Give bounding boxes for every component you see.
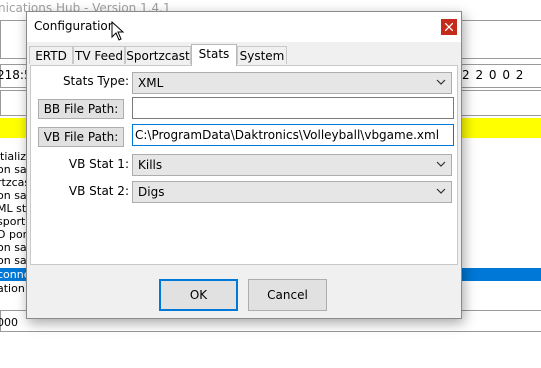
close-button[interactable] xyxy=(441,19,457,35)
stats-type-select[interactable]: XML xyxy=(132,72,452,94)
log-line: sport xyxy=(0,215,26,228)
background-bottom-text: 000 xyxy=(0,316,18,329)
vb-stat-1-value: Kills xyxy=(138,158,163,172)
tab-tv-feed[interactable]: TV Feed xyxy=(73,46,125,64)
chevron-down-icon xyxy=(436,188,446,194)
log-line: ation xyxy=(0,282,25,295)
close-icon xyxy=(445,23,453,31)
vb-stat-2-value: Digs xyxy=(138,185,165,199)
mouse-cursor-icon xyxy=(111,21,125,41)
chevron-down-icon xyxy=(436,161,446,167)
background-digits: 2 2 0 0 2 xyxy=(462,68,525,82)
tab-ertd[interactable]: ERTD xyxy=(29,46,73,64)
tab-strip: ERTD TV Feed Sportzcast Stats System xyxy=(29,44,459,66)
ok-button[interactable]: OK xyxy=(159,279,238,311)
chevron-down-icon xyxy=(436,79,446,85)
bb-file-path-field[interactable] xyxy=(132,97,454,119)
bb-file-path-button[interactable]: BB File Path: xyxy=(38,99,124,119)
vb-file-path-field[interactable] xyxy=(132,124,454,146)
configuration-dialog: Configuration ERTD TV Feed Sportzcast St… xyxy=(26,11,462,319)
stats-panel: Stats Type: XML BB File Path: VB File Pa… xyxy=(30,65,458,265)
cancel-button[interactable]: Cancel xyxy=(248,279,327,311)
stats-type-label: Stats Type: xyxy=(62,74,129,88)
log-line: itializ xyxy=(0,150,27,163)
vb-stat-1-select[interactable]: Kills xyxy=(132,154,452,176)
bb-file-path-input[interactable] xyxy=(135,99,449,117)
tab-system[interactable]: System xyxy=(237,46,287,64)
vb-file-path-input[interactable] xyxy=(135,126,449,144)
tab-sportzcast[interactable]: Sportzcast xyxy=(125,46,191,64)
dialog-titlebar[interactable]: Configuration xyxy=(27,12,461,42)
stats-type-value: XML xyxy=(138,76,164,90)
vb-stat-2-select[interactable]: Digs xyxy=(132,181,452,203)
vb-stat-2-label: VB Stat 2: xyxy=(68,184,129,198)
tab-stats[interactable]: Stats xyxy=(191,44,237,66)
log-line: ML st xyxy=(0,202,27,215)
vb-file-path-button[interactable]: VB File Path: xyxy=(38,127,124,147)
vb-stat-1-label: VB Stat 1: xyxy=(68,157,129,171)
dialog-title: Configuration xyxy=(34,19,116,33)
